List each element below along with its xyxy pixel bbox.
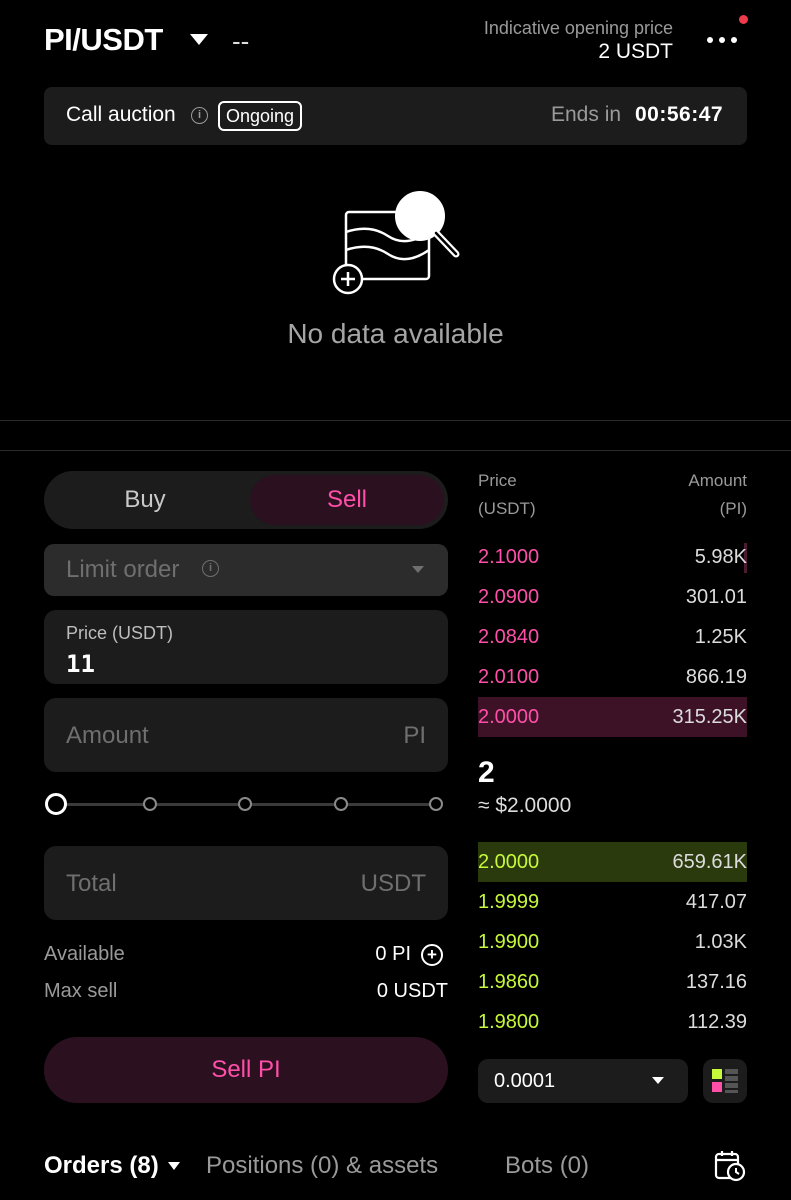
buy-tab[interactable]: Buy xyxy=(44,471,246,529)
bid-row[interactable]: 1.9900 1.03K xyxy=(478,922,747,962)
sell-pi-button[interactable]: Sell PI xyxy=(44,1037,448,1103)
ask-amount: 301.01 xyxy=(685,586,747,608)
amount-header: Amount (PI) xyxy=(688,467,747,523)
precision-select[interactable]: 0.0001 xyxy=(478,1059,688,1103)
total-placeholder: Total xyxy=(66,870,117,897)
ask-row[interactable]: 2.1000 5.98K xyxy=(478,537,747,577)
sell-tab[interactable]: Sell xyxy=(250,475,444,525)
total-unit: USDT xyxy=(360,870,426,897)
ask-row[interactable]: 2.0840 1.25K xyxy=(478,617,747,657)
slider-step-25[interactable] xyxy=(143,797,157,811)
ask-price: 2.0100 xyxy=(478,666,540,688)
max-sell-label: Max sell xyxy=(44,980,118,1002)
amount-placeholder: Amount xyxy=(66,722,149,749)
ends-in-label: Ends in xyxy=(551,103,622,126)
ask-amount: 5.98K xyxy=(694,546,747,568)
notification-dot xyxy=(739,15,748,24)
tab-bots[interactable]: Bots (0) xyxy=(505,1152,589,1180)
buy-sell-toggle: Buy Sell xyxy=(44,471,448,529)
ask-amount: 1.25K xyxy=(694,626,747,648)
bid-amount: 659.61K xyxy=(672,851,747,873)
ask-price: 2.0900 xyxy=(478,586,540,608)
price-header-unit: (USDT) xyxy=(478,499,536,518)
ask-price: 2.0000 xyxy=(478,706,540,728)
pair-title[interactable]: PI/USDT xyxy=(44,22,163,58)
bid-price: 1.9860 xyxy=(478,971,540,993)
slider-step-50[interactable] xyxy=(238,797,252,811)
amount-slider-handle[interactable] xyxy=(45,793,67,815)
pair-dropdown-icon[interactable] xyxy=(190,34,208,45)
bid-price: 1.9800 xyxy=(478,1011,540,1033)
no-data-illustration-icon xyxy=(332,191,460,295)
orderbook-layout-icon xyxy=(712,1069,738,1093)
order-type-select[interactable]: Limit order i xyxy=(44,544,448,596)
info-icon[interactable]: i xyxy=(202,560,219,577)
price-change: -- xyxy=(232,26,250,56)
orderbook-layout-button[interactable] xyxy=(703,1059,747,1103)
mid-price: 2 xyxy=(478,756,495,789)
ask-price: 2.0840 xyxy=(478,626,540,648)
bid-row[interactable]: 2.0000 659.61K xyxy=(478,842,747,882)
ask-price: 2.1000 xyxy=(478,546,540,568)
precision-value: 0.0001 xyxy=(494,1070,556,1092)
tab-orders[interactable]: Orders (8) xyxy=(44,1152,159,1180)
chevron-down-icon xyxy=(412,566,424,573)
divider xyxy=(0,420,791,421)
price-input-label: Price (USDT) xyxy=(66,623,173,643)
bid-price: 2.0000 xyxy=(478,851,540,873)
ask-row[interactable]: 2.0900 301.01 xyxy=(478,577,747,617)
ask-row[interactable]: 2.0100 866.19 xyxy=(478,657,747,697)
price-header-label: Price xyxy=(478,471,517,490)
indicative-price-value: 2 USDT xyxy=(598,40,673,63)
tab-positions-assets[interactable]: Positions (0) & assets xyxy=(206,1152,438,1180)
price-input[interactable]: Price (USDT) 11 xyxy=(44,610,448,684)
bid-price: 1.9999 xyxy=(478,891,540,913)
total-input[interactable]: Total USDT xyxy=(44,846,448,920)
countdown-timer: 00:56:47 xyxy=(635,103,724,126)
bid-row[interactable]: 1.9800 112.39 xyxy=(478,1002,747,1042)
price-header: Price (USDT) xyxy=(478,467,536,523)
bid-amount: 112.39 xyxy=(687,1011,747,1033)
slider-step-75[interactable] xyxy=(334,797,348,811)
price-input-value[interactable]: 11 xyxy=(66,650,95,678)
ask-amount: 315.25K xyxy=(672,706,747,728)
chevron-down-icon[interactable] xyxy=(168,1162,180,1170)
deposit-plus-icon[interactable]: + xyxy=(421,944,443,966)
bid-price: 1.9900 xyxy=(478,931,540,953)
available-value: 0 PI xyxy=(375,943,411,965)
bid-amount: 417.07 xyxy=(685,891,747,913)
info-icon[interactable]: i xyxy=(191,107,208,124)
status-badge: Ongoing xyxy=(218,101,303,131)
bid-amount: 1.03K xyxy=(694,931,747,953)
bid-row[interactable]: 1.9860 137.16 xyxy=(478,962,747,1002)
amount-header-unit: (PI) xyxy=(719,499,747,518)
mid-price-usd: ≈ $2.0000 xyxy=(478,794,572,817)
call-auction-title: Call auction xyxy=(66,103,176,126)
chevron-down-icon xyxy=(652,1077,664,1084)
divider xyxy=(0,450,791,451)
available-label: Available xyxy=(44,943,125,965)
bid-amount: 137.16 xyxy=(685,971,747,993)
ask-row[interactable]: 2.0000 315.25K xyxy=(478,697,747,737)
amount-input[interactable]: Amount PI xyxy=(44,698,448,772)
order-type-label: Limit order xyxy=(66,556,180,583)
bid-row[interactable]: 1.9999 417.07 xyxy=(478,882,747,922)
call-auction-bar: Call auction i Ongoing Ends in 00:56:47 xyxy=(44,87,747,145)
indicative-price-label: Indicative opening price xyxy=(483,18,673,38)
amount-unit: PI xyxy=(403,722,426,749)
slider-step-100[interactable] xyxy=(429,797,443,811)
order-history-icon[interactable] xyxy=(712,1150,746,1182)
more-menu-icon[interactable] xyxy=(707,30,747,50)
max-sell-value: 0 USDT xyxy=(376,980,448,1002)
ask-amount: 866.19 xyxy=(685,666,747,688)
empty-state-text: No data available xyxy=(287,318,504,349)
amount-header-label: Amount xyxy=(688,471,747,490)
